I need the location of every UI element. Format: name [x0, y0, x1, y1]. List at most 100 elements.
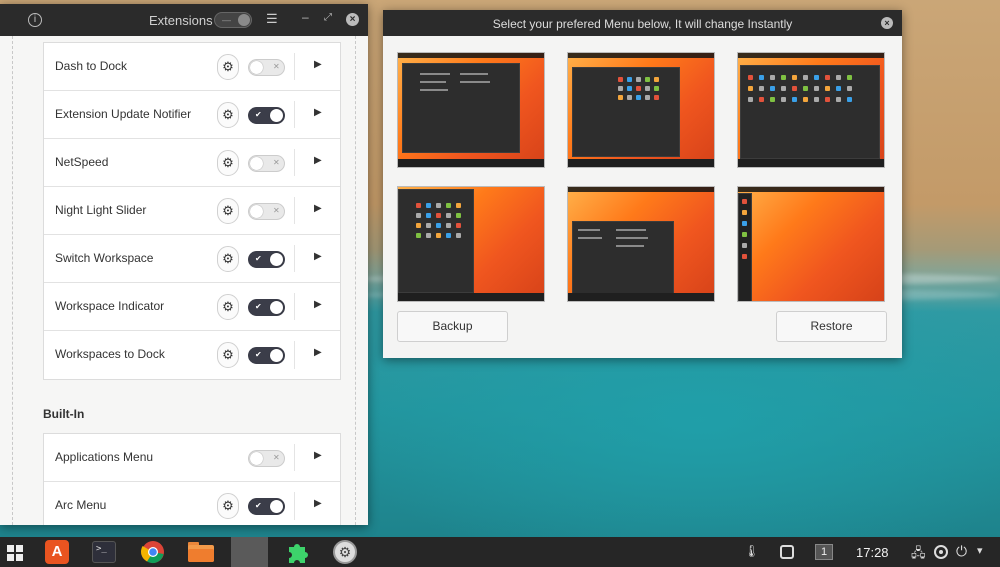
taskbar-active-window[interactable]: [231, 537, 268, 567]
arc-menu-layout-window: Select your prefered Menu below, It will…: [383, 10, 902, 358]
expand-arrow-icon[interactable]: ▶: [314, 203, 322, 214]
taskbar-extensions[interactable]: [284, 537, 310, 567]
expand-arrow-icon[interactable]: ▶: [314, 155, 322, 166]
layout-thumbnail-mint[interactable]: [397, 186, 545, 302]
layout-thumbnail-gnome[interactable]: [737, 186, 885, 302]
menu-preview: [402, 63, 520, 153]
expand-arrow-icon[interactable]: ▶: [314, 498, 322, 509]
layout-thumbnail-budgie[interactable]: [567, 186, 715, 302]
divider: [294, 492, 295, 520]
workspace-number: 1: [815, 544, 833, 560]
extensions-master-toggle[interactable]: —: [214, 12, 252, 28]
settings-gear-icon[interactable]: ⚙: [217, 493, 239, 519]
settings-gear-icon[interactable]: ⚙: [217, 102, 239, 128]
extension-toggle[interactable]: ✕: [248, 203, 285, 220]
expand-arrow-icon[interactable]: ▶: [314, 251, 322, 262]
chevron-down-icon[interactable]: ▾: [977, 544, 983, 557]
layout-thumbnail-whisker[interactable]: [737, 52, 885, 168]
settings-gear-icon: ⚙: [333, 540, 357, 564]
extension-toggle[interactable]: ✕: [248, 450, 285, 467]
thumb-topbar: [738, 53, 884, 58]
extensions-headerbar: i Extensions — ☰ – ⤢ ×: [0, 4, 368, 36]
settings-gear-icon[interactable]: ⚙: [217, 246, 239, 272]
extension-name: Workspaces to Dock: [55, 347, 165, 361]
divider: [294, 197, 295, 224]
info-icon[interactable]: i: [28, 13, 42, 27]
expand-arrow-icon[interactable]: ▶: [314, 450, 322, 461]
layout-thumbnail-arc[interactable]: [397, 52, 545, 168]
extensions-window: i Extensions — ☰ – ⤢ × Dash to Dock ⚙ ✕ ▶ Ex…: [0, 4, 368, 525]
extension-toggle[interactable]: ✔: [248, 347, 285, 364]
arc-menu-tray[interactable]: [933, 537, 949, 567]
taskbar-terminal[interactable]: >_: [91, 537, 117, 567]
extension-row: NetSpeed ⚙ ✕ ▶: [44, 139, 340, 187]
settings-gear-icon[interactable]: ⚙: [217, 342, 239, 368]
restore-button[interactable]: Restore: [776, 311, 887, 342]
extension-toggle[interactable]: ✔: [248, 299, 285, 316]
thumb-topbar: [568, 187, 714, 192]
thumb-taskbar: [738, 159, 884, 167]
workspace-indicator[interactable]: 1: [814, 537, 834, 567]
preview-line: [460, 73, 488, 75]
extension-toggle[interactable]: ✔: [248, 251, 285, 268]
check-icon: ✔: [255, 302, 262, 311]
dialog-title: Select your prefered Menu below, It will…: [492, 17, 793, 31]
maximize-icon[interactable]: ⤢: [324, 12, 332, 23]
taskbar-files[interactable]: [188, 537, 214, 567]
divider: [294, 53, 295, 80]
taskbar-chrome[interactable]: [140, 537, 166, 567]
divider: [294, 341, 295, 369]
minimize-icon[interactable]: –: [302, 10, 309, 24]
check-icon: ✔: [255, 350, 262, 359]
power-icon[interactable]: ⏻: [956, 543, 967, 560]
taskbar-app-store[interactable]: A: [44, 537, 70, 567]
expand-arrow-icon[interactable]: ▶: [314, 59, 322, 70]
thumb-topbar: [398, 53, 544, 58]
backup-button[interactable]: Backup: [397, 311, 508, 342]
app-store-icon: A: [45, 540, 69, 564]
arc-menu-button[interactable]: [0, 537, 30, 567]
window-title: Extensions: [149, 13, 213, 28]
extension-toggle[interactable]: ✕: [248, 155, 285, 172]
settings-gear-icon[interactable]: ⚙: [217, 150, 239, 176]
thumb-topbar: [568, 53, 714, 58]
notification-icon[interactable]: 🌡: [744, 544, 759, 558]
settings-gear-icon[interactable]: ⚙: [217, 54, 239, 80]
preview-line: [420, 73, 450, 75]
extension-row: Switch Workspace ⚙ ✔ ▶: [44, 235, 340, 283]
close-icon[interactable]: ×: [346, 13, 359, 26]
extension-toggle[interactable]: ✔: [248, 498, 285, 515]
extension-row: Dash to Dock ⚙ ✕ ▶: [44, 43, 340, 91]
terminal-icon: >_: [92, 541, 116, 563]
expand-arrow-icon[interactable]: ▶: [314, 347, 322, 358]
thumb-taskbar: [398, 293, 544, 301]
expand-arrow-icon[interactable]: ▶: [314, 299, 322, 310]
preview-line: [420, 81, 446, 83]
expand-arrow-icon[interactable]: ▶: [314, 107, 322, 118]
settings-gear-icon[interactable]: ⚙: [217, 198, 239, 224]
settings-gear-icon[interactable]: ⚙: [217, 294, 239, 320]
preview-line: [578, 229, 600, 231]
screenshot-icon: [780, 545, 794, 559]
extension-toggle[interactable]: ✕: [248, 59, 285, 76]
network-icon[interactable]: 🖧: [911, 544, 926, 566]
taskbar: A >_ ⚙ 🌡 1 17:28 🖧 ⏻ ▾: [0, 537, 1000, 567]
toggle-knob: [250, 452, 263, 465]
chrome-icon: [141, 541, 164, 564]
taskbar-settings[interactable]: ⚙: [332, 537, 358, 567]
hamburger-menu-icon[interactable]: ☰: [266, 11, 278, 27]
layout-thumbnail-brisk[interactable]: [567, 52, 715, 168]
clock[interactable]: 17:28: [856, 545, 889, 560]
extensions-scroll-area[interactable]: Dash to Dock ⚙ ✕ ▶ Extension Update Notifier…: [12, 36, 356, 525]
close-icon[interactable]: ×: [881, 17, 893, 29]
extension-row: Extension Update Notifier ⚙ ✔ ▶: [44, 91, 340, 139]
arc-menu-icon: [934, 545, 948, 559]
toggle-off-icon: —: [222, 15, 231, 25]
screenshot-tray[interactable]: [779, 537, 795, 567]
preview-line: [616, 237, 648, 239]
thumb-topbar: [738, 187, 884, 192]
extension-toggle[interactable]: ✔: [248, 107, 285, 124]
extension-name: Applications Menu: [55, 450, 154, 464]
divider: [294, 101, 295, 128]
preview-line: [420, 89, 448, 91]
